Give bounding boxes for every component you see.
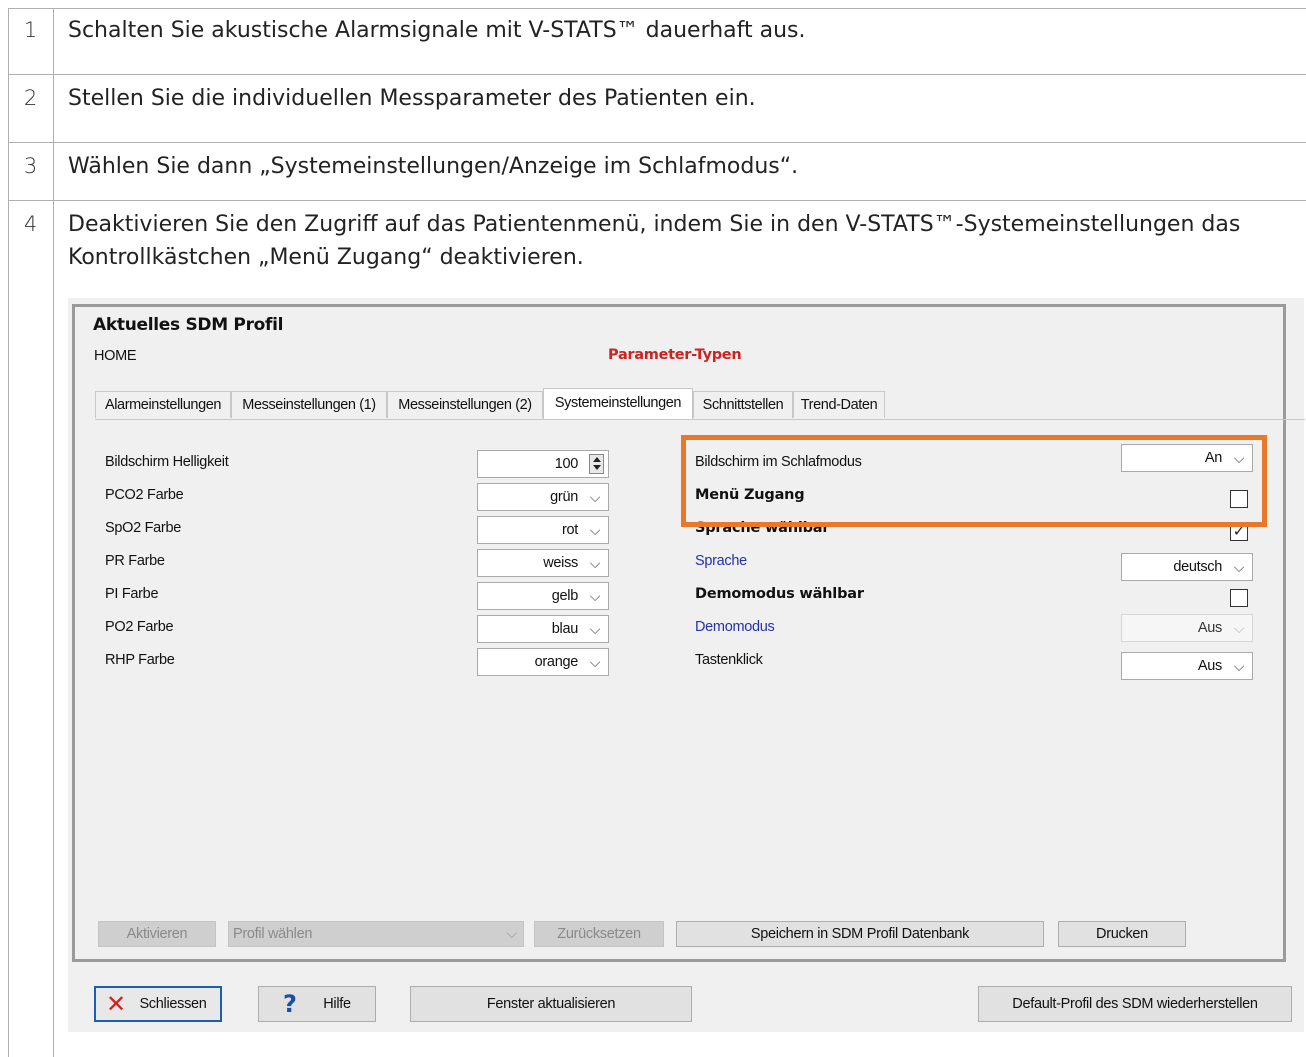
chevron-down-icon: ⌵	[589, 654, 601, 670]
key-click-value: Aus	[1197, 658, 1222, 674]
tab-alarmeinstellungen[interactable]: Alarmeinstellungen	[95, 391, 231, 418]
po2-color-select[interactable]: blau ⌵	[477, 615, 609, 643]
step-text: Deaktivieren Sie den Zugriff auf das Pat…	[68, 212, 1241, 270]
step-row-2: 2 Stellen Sie die individuellen Messpara…	[8, 76, 1306, 142]
language-label: Sprache	[695, 553, 747, 569]
brightness-spinner[interactable]: 100	[477, 450, 609, 478]
demo-mode-label: Demomodus	[695, 619, 775, 635]
rhp-color-label: RHP Farbe	[105, 652, 175, 668]
parameter-types-label: Parameter-Typen	[608, 347, 742, 363]
tab-schnittstellen[interactable]: Schnittstellen	[693, 391, 793, 418]
language-value: deutsch	[1173, 559, 1222, 575]
chevron-down-icon: ⌵	[589, 489, 601, 505]
chevron-down-icon: ⌵	[589, 588, 601, 604]
demo-mode-select: Aus ⌵	[1121, 614, 1253, 642]
step-number: 4	[23, 212, 38, 236]
step-text: Stellen Sie die individuellen Messparame…	[68, 86, 756, 111]
spinner-arrows-icon[interactable]	[589, 454, 604, 474]
tab-systemeinstellungen[interactable]: Systemeinstellungen	[543, 388, 693, 419]
pi-color-value: gelb	[551, 588, 579, 604]
profile-select-value: Profil wählen	[233, 926, 313, 942]
pco2-color-select[interactable]: grün ⌵	[477, 483, 609, 511]
row-divider-1	[8, 74, 1306, 75]
language-select[interactable]: deutsch ⌵	[1121, 553, 1253, 581]
reset-button: Zurücksetzen	[534, 921, 664, 947]
po2-color-label: PO2 Farbe	[105, 619, 174, 635]
row-divider-3	[8, 200, 1306, 201]
pi-color-label: PI Farbe	[105, 586, 159, 602]
step-text: Schalten Sie akustische Alarmsignale mit…	[68, 18, 806, 43]
brightness-label: Bildschirm Helligkeit	[105, 454, 229, 470]
step-row-1: 1 Schalten Sie akustische Alarmsignale m…	[8, 8, 1306, 74]
pco2-color-label: PCO2 Farbe	[105, 487, 184, 503]
demo-selectable-checkbox[interactable]	[1230, 589, 1248, 607]
close-icon: ✕	[106, 990, 126, 1018]
row-divider-2	[8, 142, 1306, 143]
chevron-down-icon: ⌵	[1233, 559, 1245, 575]
window-title: Aktuelles SDM Profil	[93, 315, 284, 335]
rhp-color-select[interactable]: orange ⌵	[477, 648, 609, 676]
tab-messeinstellungen-1[interactable]: Messeinstellungen (1)	[231, 391, 387, 418]
home-label: HOME	[94, 348, 137, 364]
demo-mode-value: Aus	[1197, 620, 1222, 636]
spo2-color-label: SpO2 Farbe	[105, 520, 181, 536]
step-row-3: 3 Wählen Sie dann „Systemeinstellungen/A…	[8, 144, 1306, 200]
restore-default-profile-button[interactable]: Default-Profil des SDM wiederherstellen	[978, 986, 1292, 1022]
chevron-down-icon: ⌵	[589, 522, 601, 538]
save-to-database-button[interactable]: Speichern in SDM Profil Datenbank	[676, 921, 1044, 947]
spo2-color-select[interactable]: rot ⌵	[477, 516, 609, 544]
chevron-down-icon: ⌵	[506, 926, 517, 942]
sdm-profile-window: Aktuelles SDM Profil HOME Parameter-Type…	[68, 298, 1305, 1032]
po2-color-value: blau	[551, 621, 579, 637]
close-button[interactable]: ✕ Schliessen	[94, 986, 222, 1022]
pr-color-value: weiss	[543, 555, 578, 571]
help-icon: ?	[283, 990, 297, 1018]
chevron-down-icon: ⌵	[589, 621, 601, 637]
spo2-color-value: rot	[561, 522, 578, 538]
pr-color-label: PR Farbe	[105, 553, 165, 569]
step-number: 3	[23, 154, 38, 178]
key-click-label: Tastenklick	[695, 652, 763, 668]
tab-messeinstellungen-2[interactable]: Messeinstellungen (2)	[387, 391, 543, 418]
profile-select: Profil wählen ⌵	[228, 921, 524, 947]
systemeinstellungen-panel: Bildschirm Helligkeit 100 PCO2 Farbe grü…	[95, 419, 1305, 928]
brightness-value: 100	[554, 456, 579, 472]
step-row-4: 4 Deaktivieren Sie den Zugriff auf das P…	[8, 202, 1306, 292]
print-button[interactable]: Drucken	[1058, 921, 1186, 947]
activate-button: Aktivieren	[98, 921, 216, 947]
pr-color-select[interactable]: weiss ⌵	[477, 549, 609, 577]
step-number: 2	[23, 86, 38, 110]
pco2-color-value: grün	[550, 489, 578, 505]
refresh-window-button[interactable]: Fenster aktualisieren	[410, 986, 692, 1022]
help-button[interactable]: ? Hilfe	[258, 986, 376, 1022]
demo-selectable-label: Demomodus wählbar	[695, 586, 864, 602]
pi-color-select[interactable]: gelb ⌵	[477, 582, 609, 610]
step-text: Wählen Sie dann „Systemeinstellungen/Anz…	[68, 154, 799, 179]
chevron-down-icon: ⌵	[1233, 658, 1245, 674]
step-number: 1	[23, 18, 38, 42]
highlight-box	[681, 435, 1267, 527]
rhp-color-value: orange	[534, 654, 579, 670]
key-click-select[interactable]: Aus ⌵	[1121, 652, 1253, 680]
chevron-down-icon: ⌵	[589, 555, 601, 571]
tab-trend-daten[interactable]: Trend-Daten	[793, 391, 885, 418]
chevron-down-icon: ⌵	[1233, 620, 1245, 636]
profile-panel: Aktuelles SDM Profil HOME Parameter-Type…	[72, 304, 1305, 962]
